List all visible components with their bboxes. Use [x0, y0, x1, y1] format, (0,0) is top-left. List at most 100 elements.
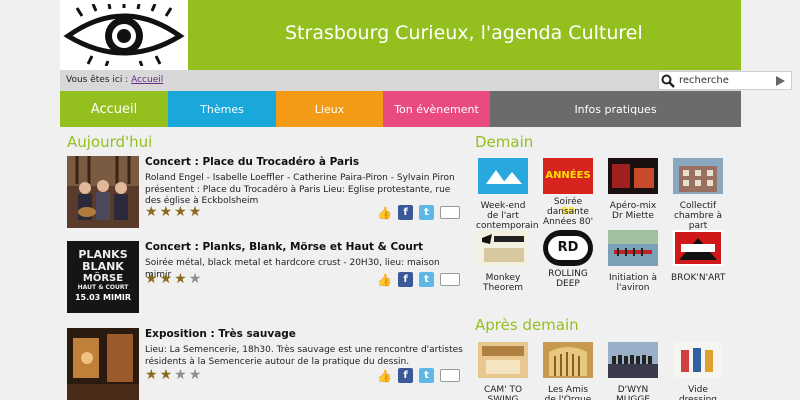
- section-heading-tomorrow: Demain: [475, 133, 534, 151]
- search-submit-arrow-icon[interactable]: [776, 76, 785, 86]
- mail-icon[interactable]: [440, 369, 460, 382]
- star-icon[interactable]: ★: [160, 272, 173, 286]
- star-icon[interactable]: ★: [189, 272, 202, 286]
- event-title[interactable]: Concert : Place du Trocadéro à Paris: [145, 156, 359, 168]
- site-header: Strasbourg Curieux, l'agenda Culturel: [60, 0, 741, 70]
- after-tomorrow-tile[interactable]: CAM' TO SWING: [476, 342, 530, 400]
- thumbnail-text: 15.03 MIMIR: [74, 293, 132, 302]
- tile-label: Apéro-mix Dr Miette: [609, 201, 657, 221]
- nav-item-ton-evenement[interactable]: Ton évènement: [383, 91, 490, 127]
- tile-image: [673, 342, 723, 378]
- star-icon[interactable]: ★: [145, 272, 158, 286]
- breadcrumb-link-home[interactable]: Accueil: [131, 75, 163, 85]
- thumbnail-text: BLANK: [82, 260, 124, 273]
- breadcrumb: Vous êtes ici : Accueil: [66, 75, 163, 85]
- like-icon[interactable]: 👍: [377, 368, 392, 383]
- tomorrow-tile[interactable]: Apéro-mix Dr Miette: [606, 158, 660, 221]
- nav-item-accueil[interactable]: Accueil: [60, 91, 168, 127]
- tile-label: Monkey Theorem: [482, 273, 524, 293]
- tile-label: Week-end de l'art contemporain: [476, 201, 539, 231]
- tile-label: CAM' TO SWING: [483, 385, 523, 400]
- star-icon[interactable]: ★: [189, 368, 202, 382]
- share-bar: 👍 f t: [377, 272, 460, 287]
- star-icon[interactable]: ★: [160, 368, 173, 382]
- search-box[interactable]: recherche: [658, 71, 792, 90]
- like-icon[interactable]: 👍: [377, 272, 392, 287]
- after-tomorrow-tile[interactable]: D'WYN MUGGE: [606, 342, 660, 400]
- event-rating[interactable]: ★ ★ ★ ★: [145, 272, 201, 286]
- tomorrow-tile[interactable]: Week-end de l'art contemporain: [476, 158, 539, 231]
- share-bar: 👍 f t: [377, 205, 460, 220]
- tile-label: Collectif chambre à part: [673, 201, 723, 231]
- facebook-icon[interactable]: f: [398, 272, 413, 287]
- tomorrow-tile[interactable]: Monkey Theorem: [476, 230, 530, 293]
- tile-label: D'WYN MUGGE: [616, 385, 650, 400]
- mail-icon[interactable]: [440, 206, 460, 219]
- tile-image: [478, 230, 528, 266]
- twitter-icon[interactable]: t: [419, 272, 434, 287]
- nav-item-themes[interactable]: Thèmes: [168, 91, 276, 127]
- tomorrow-tile[interactable]: ANNÉES 80 Soirée dansante Années 80': [541, 158, 595, 227]
- like-icon[interactable]: 👍: [377, 205, 392, 220]
- tile-image: [608, 158, 658, 194]
- tile-image: [543, 342, 593, 378]
- search-icon: [661, 74, 675, 88]
- breadcrumb-bar: Vous êtes ici : Accueil recherche: [60, 70, 792, 91]
- tile-label: Vide dressing: [678, 385, 718, 400]
- section-heading-after-tomorrow: Après demain: [475, 316, 579, 334]
- share-bar: 👍 f t: [377, 368, 460, 383]
- star-icon[interactable]: ★: [189, 205, 202, 219]
- event-thumbnail[interactable]: [67, 156, 139, 228]
- mail-icon[interactable]: [440, 273, 460, 286]
- facebook-icon[interactable]: f: [398, 368, 413, 383]
- event-description: Roland Engel - Isabelle Loeffler - Cathe…: [145, 173, 455, 206]
- breadcrumb-prefix: Vous êtes ici :: [66, 75, 129, 85]
- tile-image: [673, 158, 723, 194]
- eye-icon: [63, 4, 185, 66]
- tile-label: Soirée dansante Années 80': [542, 197, 594, 227]
- tomorrow-tile[interactable]: Initiation à l'aviron: [606, 230, 660, 293]
- event-title[interactable]: Exposition : Très sauvage: [145, 328, 296, 340]
- nav-item-lieux[interactable]: Lieux: [276, 91, 383, 127]
- after-tomorrow-tile[interactable]: Les Amis de l'Orgue: [541, 342, 595, 400]
- site-title: Strasbourg Curieux, l'agenda Culturel: [285, 22, 643, 44]
- tile-image-badge: RD: [548, 236, 588, 260]
- event-rating[interactable]: ★ ★ ★ ★: [145, 205, 201, 219]
- tile-label: ROLLING DEEP: [548, 269, 588, 289]
- after-tomorrow-tile[interactable]: Vide dressing: [671, 342, 725, 400]
- thumbnail-text: HAUT & COURT: [77, 284, 129, 291]
- tomorrow-tile[interactable]: Collectif chambre à part: [671, 158, 725, 231]
- nav-item-infos-pratiques[interactable]: Infos pratiques: [490, 91, 741, 127]
- event-thumbnail[interactable]: [67, 328, 139, 400]
- twitter-icon[interactable]: t: [419, 205, 434, 220]
- star-icon[interactable]: ★: [145, 368, 158, 382]
- tile-label: Les Amis de l'Orgue: [544, 385, 592, 400]
- star-icon[interactable]: ★: [174, 272, 187, 286]
- tile-image: [673, 230, 723, 266]
- star-icon[interactable]: ★: [160, 205, 173, 219]
- thumbnail-text: MÖRSE: [82, 273, 124, 284]
- tile-image: [478, 158, 528, 194]
- star-icon[interactable]: ★: [145, 205, 158, 219]
- tomorrow-tile[interactable]: BROK'N'ART: [671, 230, 725, 283]
- main-nav: Accueil Thèmes Lieux Ton évènement Infos…: [60, 91, 741, 127]
- tomorrow-tile[interactable]: RD ROLLING DEEP: [541, 230, 595, 289]
- tile-image: [608, 230, 658, 266]
- site-logo[interactable]: [60, 0, 188, 70]
- event-thumbnail[interactable]: PLANKS BLANK MÖRSE HAUT & COURT 15.03 MI…: [67, 241, 139, 313]
- section-heading-today: Aujourd'hui: [67, 133, 153, 151]
- tile-label: BROK'N'ART: [671, 273, 726, 283]
- tile-label: Initiation à l'aviron: [608, 273, 658, 293]
- star-icon[interactable]: ★: [174, 368, 187, 382]
- event-rating[interactable]: ★ ★ ★ ★: [145, 368, 201, 382]
- facebook-icon[interactable]: f: [398, 205, 413, 220]
- tile-image: RD: [543, 230, 593, 266]
- event-title[interactable]: Concert : Planks, Blank, Mörse et Haut &…: [145, 241, 423, 253]
- tile-image: [608, 342, 658, 378]
- twitter-icon[interactable]: t: [419, 368, 434, 383]
- tile-image: [478, 342, 528, 378]
- event-description: Lieu: La Semencerie, 18h30. Très sauvage…: [145, 345, 463, 367]
- star-icon[interactable]: ★: [174, 205, 187, 219]
- search-input[interactable]: recherche: [679, 75, 729, 86]
- tile-image: ANNÉES 80: [543, 158, 593, 217]
